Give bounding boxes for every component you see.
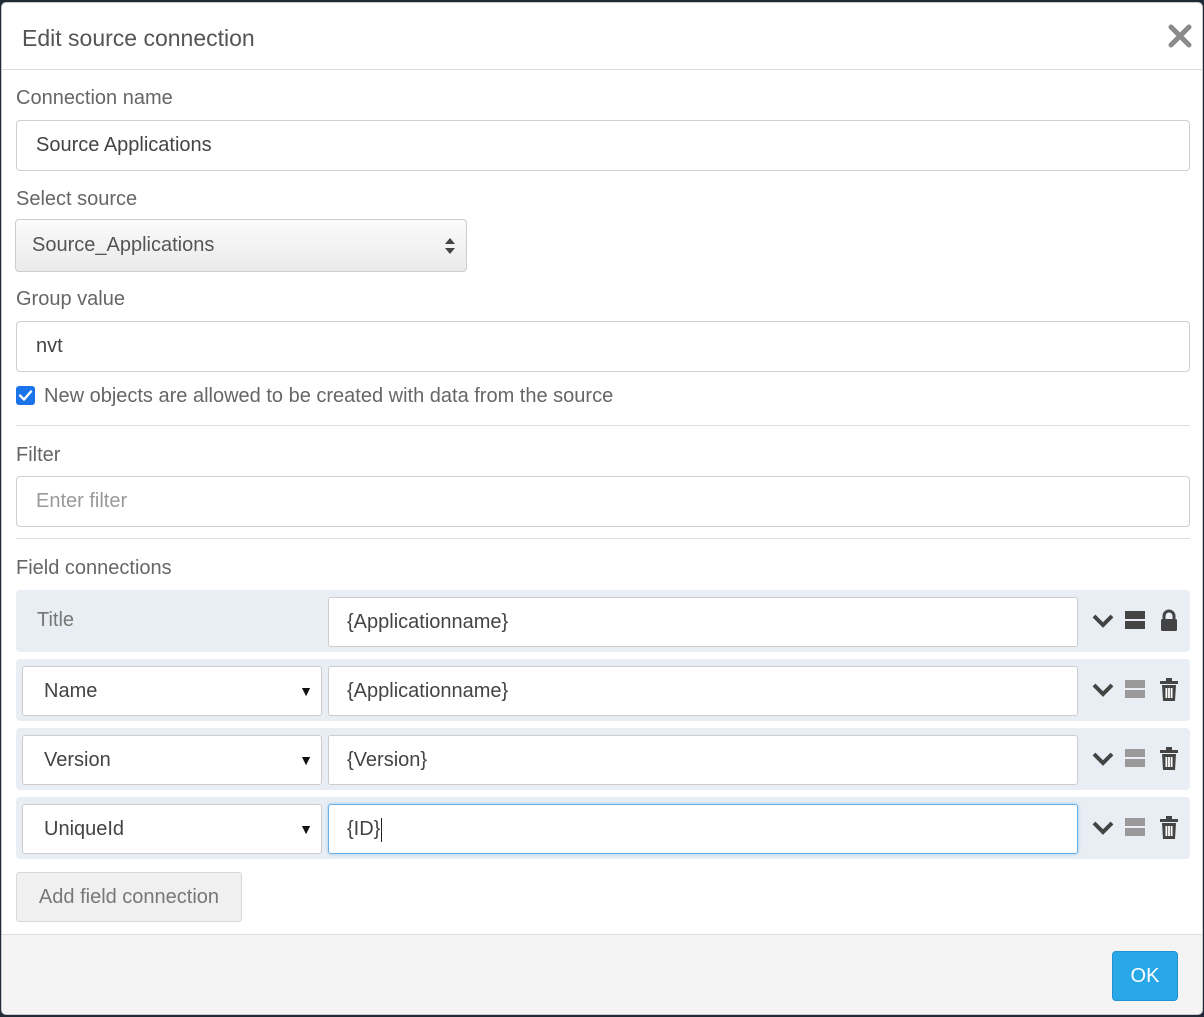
field-value-input[interactable]: {Version} [328,735,1078,785]
lock-icon [1161,609,1177,631]
rows-icon[interactable] [1124,609,1146,631]
field-value-text: {Version} [347,749,428,771]
edit-source-connection-dialog: Edit source connection Connection name S… [1,2,1203,1015]
add-field-connection-button[interactable]: Add field connection [16,872,242,922]
chevron-down-icon[interactable] [1091,609,1115,633]
connection-name-value: Source Applications [36,134,212,156]
field-select[interactable]: Version ▼ [22,735,322,785]
connection-name-input[interactable]: Source Applications [16,120,1190,171]
field-select-value: UniqueId [44,818,125,840]
dialog-header: Edit source connection [2,3,1202,70]
field-value-text: {Applicationname} [347,611,509,633]
filter-input[interactable]: Enter filter [16,476,1190,527]
checkmark-icon [18,390,33,401]
field-select[interactable]: UniqueId ▼ [22,804,322,854]
allow-new-objects-label: New objects are allowed to be created wi… [44,385,614,407]
field-value-input[interactable]: {Applicationname} [328,597,1078,647]
field-select-value: Version [44,749,111,771]
field-select[interactable]: Name ▼ [22,666,322,716]
allow-new-objects-checkbox[interactable] [16,386,35,405]
dropdown-arrow-icon: ▼ [299,752,313,768]
connection-name-label: Connection name [16,87,173,109]
field-value-input[interactable]: {ID} [328,804,1078,854]
dialog-footer: OK [2,934,1202,1014]
field-connection-row: Name ▼ {Applicationname} [16,659,1190,721]
field-connection-row: Title {Applicationname} [16,590,1190,652]
rows-icon[interactable] [1124,747,1146,769]
trash-icon[interactable] [1159,816,1179,840]
field-value-input[interactable]: {Applicationname} [328,666,1078,716]
filter-label: Filter [16,444,61,466]
select-source-dropdown[interactable]: Source_Applications [15,219,467,272]
text-caret [381,817,383,842]
trash-icon[interactable] [1159,747,1179,771]
chevron-down-icon[interactable] [1091,747,1115,771]
field-select-value: Name [44,680,98,702]
field-value-text: {Applicationname} [347,680,509,702]
chevron-down-icon[interactable] [1091,816,1115,840]
dropdown-arrow-icon: ▼ [299,821,313,837]
sort-arrows-icon [445,238,455,254]
rows-icon[interactable] [1124,678,1146,700]
dialog-title: Edit source connection [22,25,255,51]
group-value-input[interactable]: nvt [16,321,1190,372]
close-icon[interactable] [1166,22,1194,50]
trash-icon[interactable] [1159,678,1179,702]
ok-button[interactable]: OK [1112,951,1178,1001]
divider [16,538,1190,539]
chevron-down-icon[interactable] [1091,678,1115,702]
select-source-label: Select source [16,188,138,210]
rows-icon[interactable] [1124,816,1146,838]
select-source-value: Source_Applications [32,234,215,256]
group-value-label: Group value [16,288,125,310]
field-name-static: Title [37,609,75,631]
group-value-value: nvt [36,335,63,357]
field-connection-row: UniqueId ▼ {ID} [16,797,1190,859]
dropdown-arrow-icon: ▼ [299,683,313,699]
field-connections-label: Field connections [16,557,172,579]
divider [16,425,1190,426]
field-connection-row: Version ▼ {Version} [16,728,1190,790]
field-value-text: {ID} [347,818,381,840]
filter-placeholder: Enter filter [36,490,128,512]
